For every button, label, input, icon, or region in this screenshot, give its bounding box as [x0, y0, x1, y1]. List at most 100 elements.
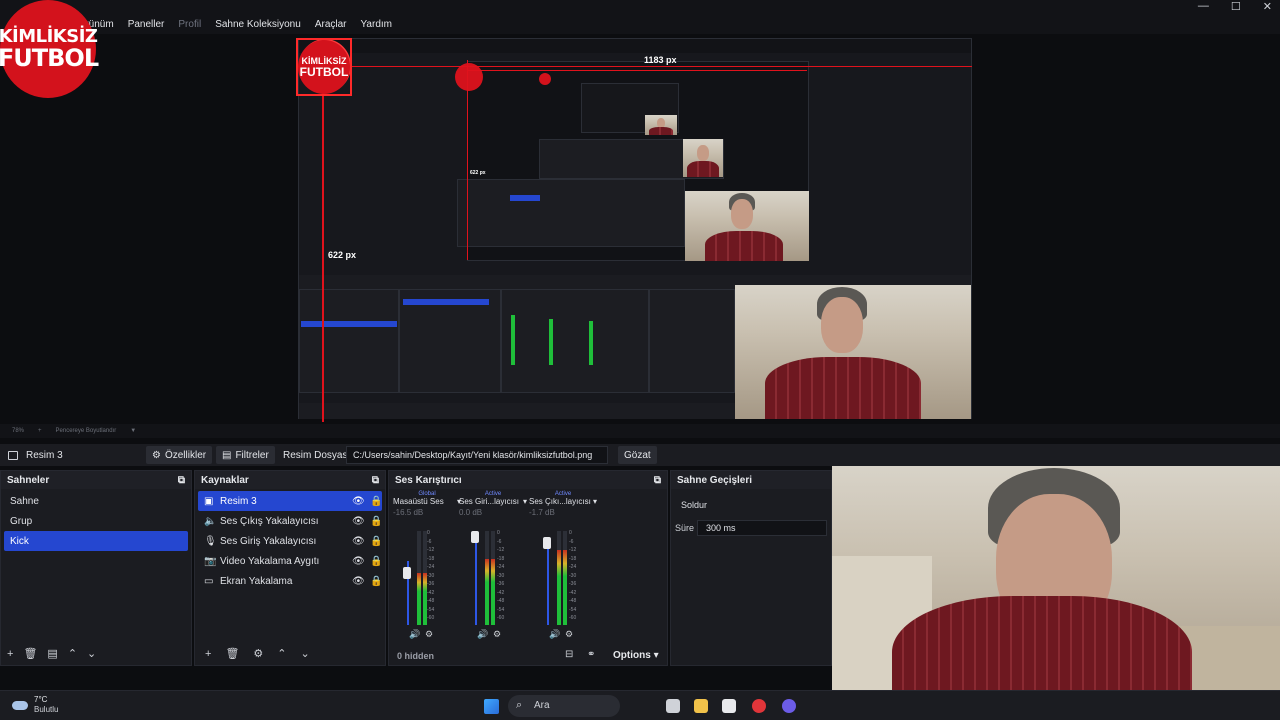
- chevron-down-icon[interactable]: ⌄: [301, 647, 310, 660]
- source-toolbar: Resim 3 ⚙ Özellikler ▤ Filtreler Resim D…: [0, 444, 1280, 466]
- db-tick-label: -48: [497, 598, 505, 604]
- menu-scene-collection[interactable]: Sahne Koleksiyonu: [215, 19, 301, 30]
- db-tick-label: 0: [427, 530, 430, 536]
- obs-icon[interactable]: [752, 699, 766, 713]
- scene-item-kick[interactable]: Kick: [4, 531, 188, 551]
- webcam-overlay: [832, 466, 1280, 720]
- store-icon[interactable]: [722, 699, 736, 713]
- db-tick-label: -12: [497, 547, 505, 553]
- source-item[interactable]: 🔈 Ses Çıkış Yakalayıcısı 👁 🔒: [198, 511, 382, 531]
- image-file-label: Resim Dosyası: [283, 449, 351, 461]
- eye-icon[interactable]: 👁: [352, 536, 370, 547]
- scene-item-sahne[interactable]: Sahne: [4, 491, 188, 511]
- options-button[interactable]: Options ▾: [613, 650, 659, 661]
- eye-icon[interactable]: 👁: [352, 516, 370, 527]
- gear-icon[interactable]: ⚙: [425, 629, 433, 640]
- transition-type-select[interactable]: Soldur: [677, 497, 827, 513]
- browse-button[interactable]: Gözat: [618, 446, 657, 464]
- selected-logo[interactable]: KİMLİKSİZ FUTBOL: [298, 40, 350, 94]
- gear-icon[interactable]: ⚙: [493, 629, 501, 640]
- lock-icon[interactable]: 🔒: [370, 536, 382, 547]
- monitor-icon: ▭: [204, 575, 214, 587]
- preview-source-screen-capture[interactable]: [298, 38, 972, 419]
- chevron-down-icon[interactable]: ⌄: [87, 647, 96, 660]
- undock-icon[interactable]: ⧉: [654, 475, 661, 486]
- eye-icon[interactable]: 👁: [352, 556, 370, 567]
- db-tick-label: 0: [569, 530, 572, 536]
- gear-icon[interactable]: ⚙: [565, 629, 573, 640]
- filter-icon[interactable]: ▤: [47, 647, 57, 660]
- zoom-level[interactable]: 78%: [12, 428, 24, 434]
- discord-icon[interactable]: [782, 699, 796, 713]
- file-explorer-icon[interactable]: [694, 699, 708, 713]
- mini-webcam: [735, 285, 971, 419]
- lock-icon[interactable]: 🔒: [370, 496, 382, 507]
- chevron-down-icon[interactable]: ▼: [130, 428, 136, 434]
- cloud-icon: [12, 701, 28, 710]
- db-tick-label: -24: [497, 564, 505, 570]
- speaker-icon[interactable]: 🔊: [477, 629, 488, 640]
- scenes-toolbar: + 🗑 ▤ ⌃ ⌄: [1, 647, 96, 661]
- lock-icon[interactable]: 🔒: [370, 556, 382, 567]
- chevron-down-icon[interactable]: ▾: [523, 497, 527, 506]
- trash-icon[interactable]: 🗑: [23, 647, 37, 660]
- source-item[interactable]: 🎙 Ses Giriş Yakalayıcısı 👁 🔒: [198, 531, 382, 551]
- menu-tools[interactable]: Araçlar: [315, 19, 347, 30]
- image-icon: [8, 450, 18, 460]
- weather-desc: Bulutlu: [34, 705, 59, 714]
- eye-icon[interactable]: 👁: [352, 496, 370, 507]
- db-tick-label: -6: [569, 538, 574, 545]
- image-icon: ▣: [204, 495, 214, 507]
- volume-slider-handle[interactable]: [403, 567, 411, 579]
- volume-meter: [563, 550, 567, 625]
- audio-mixer-dock: Ses Karıştırıcı ⧉ Global Masaüstü Ses ▾ -…: [388, 470, 668, 666]
- trash-icon[interactable]: 🗑: [225, 647, 239, 660]
- search-icon: ⌕: [516, 699, 523, 711]
- menu-profile[interactable]: Profil: [178, 19, 201, 30]
- volume-slider[interactable]: [475, 533, 477, 625]
- link-icon[interactable]: ⚭: [587, 649, 595, 660]
- add-icon[interactable]: +: [205, 648, 211, 660]
- camera-icon: 📷: [204, 555, 217, 567]
- minimize-button[interactable]: —: [1198, 0, 1209, 13]
- db-scale: 0 -6 -12 -18 -24 -30 -36 -42 -48 -54 -60: [569, 529, 581, 623]
- eye-icon[interactable]: 👁: [352, 576, 370, 587]
- layout-icon[interactable]: ⊟: [565, 649, 573, 660]
- fit-window-label[interactable]: Pencereye Boyutlandır: [56, 428, 117, 434]
- file-path-input[interactable]: C:/Users/sahin/Desktop/Kayıt/Yeni klasör…: [346, 446, 608, 464]
- speaker-icon[interactable]: 🔊: [549, 629, 560, 640]
- volume-slider[interactable]: [547, 541, 549, 625]
- source-item[interactable]: ▣ Resim 3 👁 🔒: [198, 491, 382, 511]
- windows-start-icon[interactable]: [484, 699, 499, 714]
- db-tick-label: -54: [569, 606, 577, 613]
- zoom-in-button[interactable]: +: [38, 428, 42, 434]
- gear-icon[interactable]: ⚙: [253, 647, 263, 660]
- source-item[interactable]: ▭ Ekran Yakalama 👁 🔒: [198, 571, 382, 591]
- duration-input[interactable]: 300 ms: [697, 520, 827, 536]
- add-icon[interactable]: +: [7, 648, 13, 660]
- taskbar-search[interactable]: [508, 695, 620, 717]
- undock-icon[interactable]: ⧉: [178, 475, 185, 486]
- chevron-down-icon[interactable]: ▾: [593, 497, 597, 506]
- db-tick-label: -48: [427, 598, 435, 604]
- weather-temp: 7°C: [34, 695, 48, 704]
- lock-icon[interactable]: 🔒: [370, 516, 382, 527]
- volume-slider-handle[interactable]: [543, 537, 551, 549]
- speaker-icon[interactable]: 🔊: [409, 629, 420, 640]
- chevron-up-icon[interactable]: ⌃: [277, 647, 286, 660]
- filters-button[interactable]: ▤ Filtreler: [216, 446, 275, 464]
- source-item[interactable]: 📷 Video Yakalama Aygıtı 👁 🔒: [198, 551, 382, 571]
- scene-item-grup[interactable]: Grup: [4, 511, 188, 531]
- maximize-button[interactable]: ☐: [1231, 0, 1241, 13]
- menu-help[interactable]: Yardım: [361, 19, 393, 30]
- speaker-icon: 🔈: [204, 515, 217, 527]
- volume-slider-handle[interactable]: [471, 531, 479, 543]
- task-view-icon[interactable]: [666, 699, 680, 713]
- undock-icon[interactable]: ⧉: [372, 475, 379, 486]
- close-button[interactable]: ✕: [1263, 0, 1272, 13]
- menu-docks[interactable]: Paneller: [128, 19, 165, 30]
- properties-button[interactable]: ⚙ Özellikler: [146, 446, 213, 464]
- lock-icon[interactable]: 🔒: [370, 576, 382, 587]
- chevron-up-icon[interactable]: ⌃: [68, 647, 77, 660]
- db-tick-label: -42: [569, 589, 577, 596]
